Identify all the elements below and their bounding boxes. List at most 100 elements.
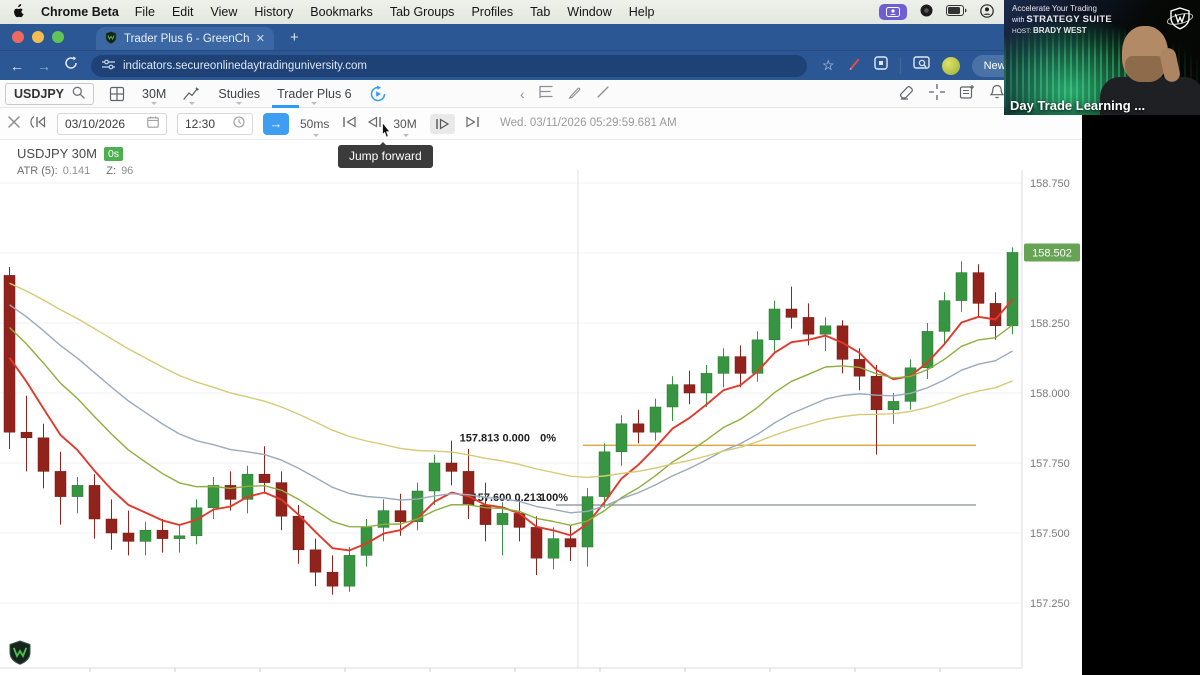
menu-item[interactable]: Help xyxy=(629,5,655,19)
replay-speed-dropdown[interactable]: 50ms xyxy=(299,108,332,139)
candle-body xyxy=(207,485,220,509)
strategy-suite-shield-icon xyxy=(1165,5,1195,40)
layout-name-dropdown[interactable]: Trader Plus 6 xyxy=(275,80,354,107)
menu-item[interactable]: Tab Groups xyxy=(390,5,455,19)
tab-capture-icon[interactable] xyxy=(912,56,930,75)
jump-interval-value: 30M xyxy=(393,116,417,131)
reload-button[interactable] xyxy=(64,56,78,75)
candle-body xyxy=(445,462,458,472)
menu-item[interactable]: Bookmarks xyxy=(310,5,373,19)
extension-icon[interactable] xyxy=(873,56,888,75)
candle-body xyxy=(394,510,407,523)
tab-close-icon[interactable]: ✕ xyxy=(256,32,265,45)
minimize-window-button[interactable] xyxy=(32,31,44,43)
profile-avatar[interactable] xyxy=(941,56,960,75)
fib-level-label: 157.813 0.000 xyxy=(460,432,530,444)
replay-date-input[interactable]: 03/10/2026 xyxy=(57,112,167,135)
zoom-window-button[interactable] xyxy=(52,31,64,43)
studies-button[interactable]: Studies xyxy=(216,80,262,107)
candle-body xyxy=(1006,252,1019,327)
close-replay-icon[interactable] xyxy=(8,116,20,131)
draw-pencil-icon[interactable] xyxy=(567,84,583,103)
menu-item[interactable]: Tab xyxy=(530,5,550,19)
tab-favicon-shield-icon xyxy=(105,30,117,47)
candle-body xyxy=(955,272,968,301)
layout-grid-button[interactable] xyxy=(107,80,127,107)
presenter-beard xyxy=(1125,56,1165,82)
alerts-bell-icon[interactable] xyxy=(989,84,1005,103)
menu-item[interactable]: View xyxy=(211,5,238,19)
current-price-text: 158.502 xyxy=(1032,247,1072,259)
omnibox[interactable]: indicators.secureonlinedaytradingunivers… xyxy=(91,54,807,77)
screen-sharing-icon[interactable] xyxy=(879,4,908,20)
bookmark-star-icon[interactable]: ☆ xyxy=(822,57,835,74)
add-event-icon[interactable] xyxy=(959,84,975,103)
chevron-left-icon[interactable]: ‹ xyxy=(520,86,525,102)
calendar-icon xyxy=(147,116,159,131)
symbol-search-box[interactable]: USDJPY xyxy=(5,82,95,105)
trendline-icon[interactable] xyxy=(596,85,610,102)
back-button[interactable]: ← xyxy=(10,59,24,73)
forward-button[interactable]: → xyxy=(37,59,51,73)
eraser-icon[interactable] xyxy=(898,84,915,103)
fib-level-percent: 0% xyxy=(540,432,556,444)
z-label: Z: xyxy=(106,165,117,177)
menu-item[interactable]: Window xyxy=(567,5,611,19)
chart-header: USDJPY 30M 0s ATR (5): 0.141 Z: 96 xyxy=(17,146,133,177)
candle-body xyxy=(326,571,339,587)
layout-name-label: Trader Plus 6 xyxy=(277,86,352,101)
mouse-cursor-pointer xyxy=(377,121,393,147)
ema-slow-gray xyxy=(9,304,1013,514)
menu-item[interactable]: Edit xyxy=(172,5,194,19)
price-axis-label: 158.750 xyxy=(1030,178,1070,190)
close-window-button[interactable] xyxy=(12,31,24,43)
candle-body xyxy=(173,535,186,539)
candle-body xyxy=(649,406,662,433)
jump-interval-dropdown[interactable]: 30M xyxy=(392,108,419,139)
chart-toolbar: USDJPY 30M Studies Trader Plus 6 ‹ xyxy=(0,80,1082,108)
candle-body xyxy=(88,485,101,520)
price-axis-label: 157.250 xyxy=(1030,598,1070,610)
skip-to-start-icon[interactable] xyxy=(342,116,357,131)
browser-tab[interactable]: Trader Plus 6 - GreenChart ✕ xyxy=(96,27,274,50)
skip-to-end-icon[interactable] xyxy=(465,116,480,131)
go-to-date-button[interactable]: → xyxy=(263,112,289,135)
menu-item[interactable]: Profiles xyxy=(471,5,513,19)
menu-items: File Edit View History Bookmarks Tab Groups Pr… xyxy=(135,5,655,19)
apple-menu-icon[interactable] xyxy=(12,3,25,21)
restart-replay-icon[interactable] xyxy=(30,115,47,132)
battery-icon[interactable] xyxy=(946,5,967,19)
jump-forward-button[interactable] xyxy=(429,113,455,134)
tab-title: Trader Plus 6 - GreenChart xyxy=(124,32,249,45)
price-axis-label: 157.750 xyxy=(1030,458,1070,470)
crosshair-icon[interactable] xyxy=(929,84,945,103)
candle-body xyxy=(292,515,305,551)
chart-actions xyxy=(898,80,1005,107)
menu-item[interactable]: File xyxy=(135,5,155,19)
bar-replay-button[interactable] xyxy=(367,80,389,107)
price-axis-label: 157.500 xyxy=(1030,528,1070,540)
extension-pen-icon[interactable] xyxy=(847,56,862,76)
chart-type-button[interactable] xyxy=(181,80,203,107)
active-app-name[interactable]: Chrome Beta xyxy=(41,5,119,19)
candle-body xyxy=(598,451,611,497)
chevron-down-icon xyxy=(151,102,158,105)
interval-dropdown[interactable]: 30M xyxy=(140,80,168,107)
replay-time-input[interactable]: 12:30 xyxy=(177,112,253,135)
webcam-titles: Accelerate Your Trading with STRATEGY SU… xyxy=(1012,4,1112,36)
chevron-down-icon xyxy=(403,134,410,137)
candle-body xyxy=(139,529,152,542)
site-settings-icon[interactable] xyxy=(102,59,115,73)
candle-body xyxy=(666,384,679,408)
browser-address-bar: ← → indicators.secureonlinedaytradinguni… xyxy=(0,50,1082,80)
price-chart-svg[interactable]: 157.813 0.000 0%157.600 0.213100%158.7501… xyxy=(0,140,1082,675)
new-tab-button[interactable]: + xyxy=(290,29,299,46)
watchlist-icon[interactable] xyxy=(538,85,554,102)
webcam-overlay: Accelerate Your Trading with STRATEGY SU… xyxy=(1004,0,1200,115)
account-icon[interactable] xyxy=(980,3,994,21)
candle-body xyxy=(3,275,16,433)
chart-area[interactable]: USDJPY 30M 0s ATR (5): 0.141 Z: 96 157.8… xyxy=(0,140,1082,675)
record-status-icon[interactable] xyxy=(920,4,933,20)
jump-forward-tooltip: Jump forward xyxy=(338,142,433,168)
menu-item[interactable]: History xyxy=(254,5,293,19)
